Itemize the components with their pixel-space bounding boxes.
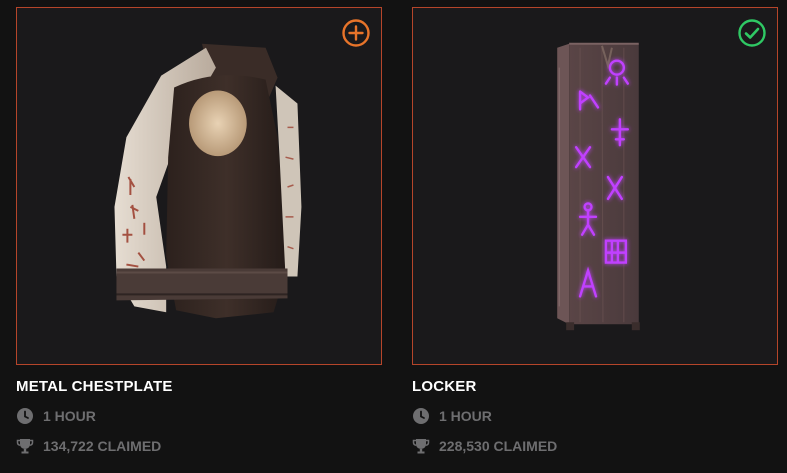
plus-circle-icon[interactable] — [341, 18, 371, 48]
reward-claimed: 134,722 CLAIMED — [16, 437, 382, 455]
reward-duration: 1 HOUR — [16, 407, 382, 425]
reward-claimed-text: 134,722 CLAIMED — [43, 438, 162, 454]
reward-duration-text: 1 HOUR — [439, 408, 492, 424]
reward-claimed: 228,530 CLAIMED — [412, 437, 778, 455]
check-circle-icon[interactable] — [737, 18, 767, 48]
reward-image-frame[interactable] — [412, 7, 778, 365]
reward-card-metal-chestplate[interactable]: METAL CHESTPLATE 1 HOUR 134,722 CLAIMED — [16, 7, 382, 455]
reward-card-locker[interactable]: LOCKER 1 HOUR 228,530 CLAIMED — [412, 7, 778, 455]
clock-icon — [413, 408, 429, 424]
metal-chestplate-image — [114, 43, 302, 319]
reward-image-frame[interactable] — [16, 7, 382, 365]
reward-claimed-text: 228,530 CLAIMED — [439, 438, 558, 454]
reward-title: LOCKER — [412, 378, 477, 395]
locker-image — [557, 42, 640, 331]
reward-title: METAL CHESTPLATE — [16, 378, 173, 395]
reward-duration-text: 1 HOUR — [43, 408, 96, 424]
clock-icon — [17, 408, 33, 424]
trophy-icon — [16, 439, 34, 454]
trophy-icon — [412, 439, 430, 454]
reward-duration: 1 HOUR — [412, 407, 778, 425]
rewards-grid: METAL CHESTPLATE 1 HOUR 134,722 CLAIMED — [0, 0, 787, 473]
